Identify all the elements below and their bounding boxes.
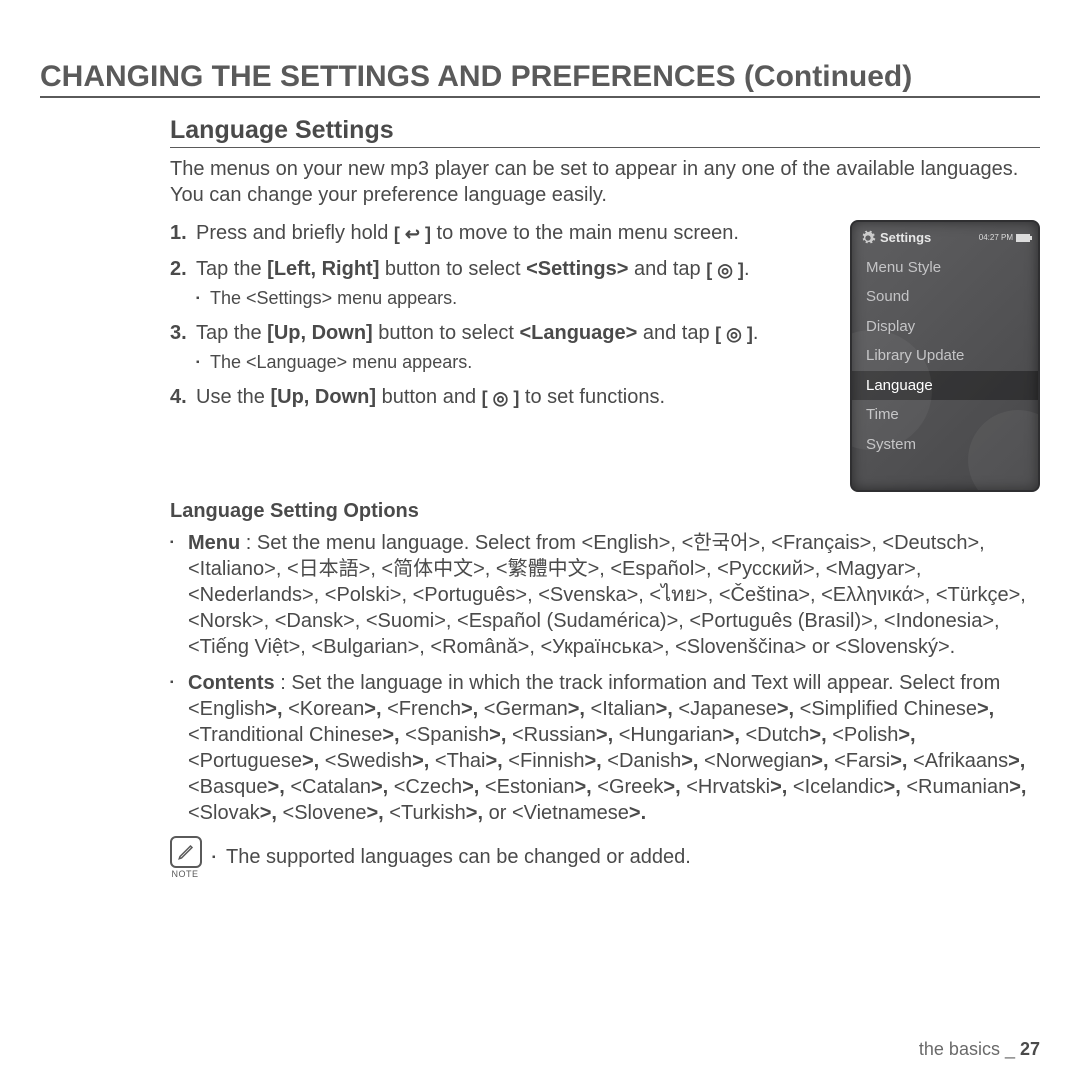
step-text: button to select: [379, 258, 526, 280]
step-dot: .: [744, 258, 750, 280]
step-bold: [Left, Right]: [267, 258, 379, 280]
option-item: Menu : Set the menu language. Select fro…: [170, 530, 1040, 660]
device-screenshot: Settings 04:27 PM Menu StyleSoundDisplay…: [850, 220, 1040, 492]
step-text: Use the: [196, 386, 270, 408]
option-text: : Set the language in which the track in…: [188, 672, 1026, 824]
step-item: Press and briefly hold [ ↩ ] to move to …: [170, 220, 832, 246]
option-text: : Set the menu language. Select from <En…: [188, 532, 1026, 658]
note-icon: [170, 836, 202, 868]
step-text: and tap: [637, 322, 715, 344]
step-text: button and: [376, 386, 482, 408]
page-footer: the basics _ 27: [919, 1039, 1040, 1060]
device-status: 04:27 PM: [979, 233, 1030, 243]
option-label: Contents: [188, 672, 275, 694]
step-bold: <Language>: [519, 322, 637, 344]
select-icon: [ ◎ ]: [715, 323, 753, 346]
device-menu-item: Sound: [852, 282, 1038, 312]
step-text: Press and briefly hold: [196, 222, 394, 244]
step-bold: [Up, Down]: [267, 322, 373, 344]
footer-section: the basics _: [919, 1039, 1020, 1059]
intro-text: The menus on your new mp3 player can be …: [170, 156, 1040, 208]
step-bold: [Up, Down]: [270, 386, 376, 408]
page-main-title: CHANGING THE SETTINGS AND PREFERENCES (C…: [40, 60, 1040, 98]
step-text: and tap: [628, 258, 706, 280]
footer-page: 27: [1020, 1039, 1040, 1059]
device-title: Settings: [880, 230, 931, 247]
section-title: Language Settings: [170, 116, 1040, 148]
step-text: to set functions.: [519, 386, 665, 408]
options-list: Menu : Set the menu language. Select fro…: [170, 530, 1040, 826]
back-icon: [ ↩ ]: [394, 223, 431, 246]
step-text: to move to the main menu screen.: [431, 222, 739, 244]
step-bold: <Settings>: [526, 258, 628, 280]
step-sub: The <Settings> menu appears.: [196, 287, 832, 310]
step-text: Tap the: [196, 322, 267, 344]
option-label: Menu: [188, 532, 240, 554]
battery-icon: [1016, 234, 1030, 242]
option-item: Contents : Set the language in which the…: [170, 670, 1040, 826]
step-sub: The <Language> menu appears.: [196, 351, 832, 374]
device-menu-item: Menu Style: [852, 253, 1038, 283]
options-heading: Language Setting Options: [170, 498, 1040, 524]
step-item: Use the [Up, Down] button and [ ◎ ] to s…: [170, 384, 832, 410]
select-icon: [ ◎ ]: [706, 259, 744, 282]
step-item: Tap the [Up, Down] button to select <Lan…: [170, 320, 832, 374]
step-text: Tap the: [196, 258, 267, 280]
gear-icon: [860, 230, 876, 246]
step-list: Press and briefly hold [ ↩ ] to move to …: [170, 220, 832, 410]
step-dot: .: [753, 322, 759, 344]
step-text: button to select: [373, 322, 520, 344]
select-icon: [ ◎ ]: [482, 387, 520, 410]
device-clock: 04:27 PM: [979, 233, 1013, 243]
note-label: NOTE: [170, 869, 200, 879]
step-item: Tap the [Left, Right] button to select <…: [170, 256, 832, 310]
note-badge: NOTE: [170, 836, 200, 879]
note-text: The supported languages can be changed o…: [212, 846, 691, 869]
